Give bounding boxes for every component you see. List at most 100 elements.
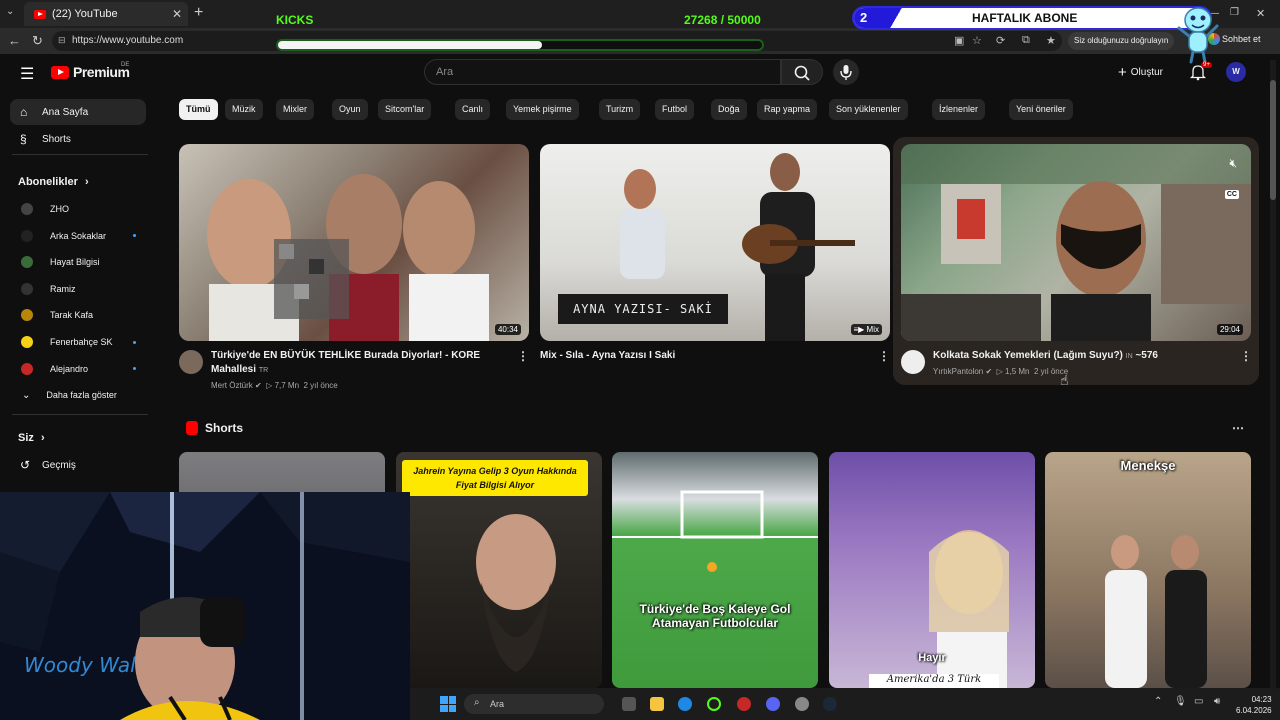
chip-9[interactable]: Doğa [711, 99, 747, 120]
video-title-text: Kolkata Sokak Yemekleri (Lağım Suyu?) [933, 350, 1123, 361]
taskbar-clock[interactable]: 04:23 6.04.2026 [1236, 694, 1272, 716]
clock-date: 6.04.2026 [1236, 706, 1272, 715]
extension-icon[interactable]: ▣ [954, 34, 964, 47]
short-card[interactable]: Türkiye'de Boş Kaleye Gol Atamayan Futbo… [612, 452, 818, 688]
reload-icon[interactable]: ↻ [32, 33, 43, 49]
app-icon-green[interactable] [707, 697, 721, 711]
copilot-chat-button[interactable]: Sohbet et [1222, 34, 1261, 44]
channel-name[interactable]: Mert Öztürk [211, 381, 253, 390]
app-icon-red[interactable] [737, 697, 751, 711]
chip-13[interactable]: Yeni öneriler [1009, 99, 1073, 120]
network-icon[interactable]: ▭ [1194, 696, 1203, 707]
you-heading[interactable]: Siz › [18, 432, 45, 444]
subscription-item[interactable]: ZHO [10, 196, 146, 222]
short-caption: Hayır [918, 652, 946, 664]
short-card[interactable]: Hayır Amerika'da 3 Türk [829, 452, 1035, 688]
favorites-icon[interactable]: ★ [1046, 34, 1056, 47]
more-actions-icon[interactable]: ⋮ [878, 349, 890, 363]
chip-2[interactable]: Mixler [276, 99, 314, 120]
scrollbar-thumb[interactable] [1270, 80, 1276, 200]
file-explorer-icon[interactable] [650, 697, 664, 711]
chip-6[interactable]: Yemek pişirme [506, 99, 579, 120]
more-actions-icon[interactable]: ⋮ [517, 349, 529, 363]
subscription-item[interactable]: Ramiz [10, 276, 146, 302]
windows-start-icon[interactable] [440, 696, 456, 712]
app-icon-grey[interactable] [795, 697, 809, 711]
country-code: DE [121, 62, 130, 68]
chip-11[interactable]: Son yüklenenler [829, 99, 908, 120]
tab-list-dropdown-icon[interactable]: ⌄ [6, 6, 14, 17]
hamburger-menu-icon[interactable]: ☰ [20, 64, 34, 84]
page-scrollbar[interactable] [1270, 60, 1276, 690]
streamer-webcam: Woody Walker [0, 492, 410, 720]
channel-avatar[interactable] [901, 350, 925, 374]
voice-search-button[interactable] [833, 59, 859, 85]
browser-tab[interactable]: (22) YouTube ✕ [24, 2, 188, 26]
chip-5[interactable]: Canlı [455, 99, 491, 120]
steam-icon[interactable] [823, 697, 837, 711]
shorts-more-icon[interactable]: ⋯ [1232, 421, 1244, 435]
channel-name[interactable]: YırtıkPantolon [933, 367, 983, 376]
video-title[interactable]: Mix - Sıla - Ayna Yazısı I Saki [540, 349, 860, 363]
subscriptions-heading[interactable]: Abonelikler › [18, 176, 89, 188]
youtube-premium-logo[interactable]: Premium [51, 64, 130, 80]
site-info-icon[interactable]: ⊟ [58, 35, 66, 46]
captions-icon[interactable]: CC [1224, 190, 1239, 199]
video-title[interactable]: Kolkata Sokak Yemekleri (Lağım Suyu?) IN… [933, 349, 1233, 364]
new-tab-button[interactable]: + [194, 4, 203, 22]
notification-badge: 9+ [1201, 62, 1212, 68]
channel-avatar[interactable] [179, 350, 203, 374]
video-thumbnail[interactable]: AYNA YAZISI- SAKİ ≡▶ Mix [540, 144, 890, 341]
subscription-item[interactable]: Hayat Bilgisi [10, 249, 146, 275]
chevron-right-icon: › [84, 176, 89, 188]
channel-avatar [21, 362, 33, 375]
sidebar-item-shorts[interactable]: § Shorts [10, 126, 146, 152]
chip-8[interactable]: Futbol [655, 99, 695, 120]
subscription-item[interactable]: Alejandro [10, 356, 146, 382]
chip-7[interactable]: Turizm [599, 99, 641, 120]
subscription-item[interactable]: Tarak Kafa [10, 302, 146, 328]
maximize-icon[interactable]: ❐ [1230, 7, 1239, 18]
tray-chevron-icon[interactable]: ⌃ [1154, 696, 1162, 707]
search-button[interactable] [781, 59, 823, 85]
tab-close-icon[interactable]: ✕ [172, 7, 182, 21]
discord-icon[interactable] [766, 697, 780, 711]
edge-browser-icon[interactable] [678, 697, 692, 711]
short-card[interactable]: Jahrein Yayına Gelip 3 Oyun Hakkında Fiy… [396, 452, 602, 688]
search-input[interactable]: Ara [424, 59, 781, 85]
extensions-puzzle-icon[interactable]: ⧉ [1022, 34, 1030, 47]
chip-4[interactable]: Sitcom'lar [378, 99, 432, 120]
verify-identity-button[interactable]: Siz olduğunuzu doğrulayın [1068, 32, 1175, 50]
chip-10[interactable]: Rap yapma [757, 99, 818, 120]
microphone-tray-icon[interactable]: 🎙︎ [1174, 696, 1187, 707]
back-icon[interactable]: ← [8, 33, 21, 48]
microphone-icon [840, 65, 852, 80]
task-view-icon[interactable] [622, 697, 636, 711]
create-button[interactable]: + Oluştur [1118, 64, 1163, 81]
sidebar-item-home[interactable]: ⌂ Ana Sayfa [10, 99, 146, 125]
sub-goal-number: 2 [860, 10, 868, 25]
video-thumbnail[interactable]: 40:34 [179, 144, 529, 341]
refresh-extension-icon[interactable]: ⟳ [996, 34, 1005, 47]
chip-0[interactable]: Tümü [179, 99, 218, 120]
subscription-item[interactable]: Arka Sokaklar [10, 223, 146, 249]
sidebar-item-history[interactable]: ↺ Geçmiş [10, 452, 146, 478]
window-close-icon[interactable]: ✕ [1256, 7, 1265, 20]
video-title[interactable]: Türkiye'de EN BÜYÜK TEHLİKE Burada Diyor… [211, 349, 511, 378]
short-card[interactable]: Menekşe [1045, 452, 1251, 688]
mute-icon[interactable]: 🔇︎ [1229, 156, 1237, 171]
show-more-button[interactable]: ⌄ Daha fazla göster [10, 382, 146, 408]
volume-icon[interactable]: 🔊︎ [1214, 696, 1220, 707]
subscription-name: Arka Sokaklar [50, 230, 107, 241]
sidebar-divider [12, 154, 148, 155]
taskbar-search[interactable]: Ara [464, 694, 604, 714]
subscription-item[interactable]: Fenerbahçe SK [10, 329, 146, 355]
favorite-star-icon[interactable]: ☆ [972, 34, 982, 47]
chip-3[interactable]: Oyun [332, 99, 368, 120]
chip-12[interactable]: İzlenenler [932, 99, 986, 120]
account-avatar[interactable]: W [1226, 62, 1246, 82]
more-actions-icon[interactable]: ⋮ [1240, 349, 1252, 363]
chip-1[interactable]: Müzik [225, 99, 263, 120]
youtube-favicon-icon [34, 9, 46, 19]
video-thumbnail[interactable]: 🔇︎ CC 29:04 [901, 144, 1251, 341]
